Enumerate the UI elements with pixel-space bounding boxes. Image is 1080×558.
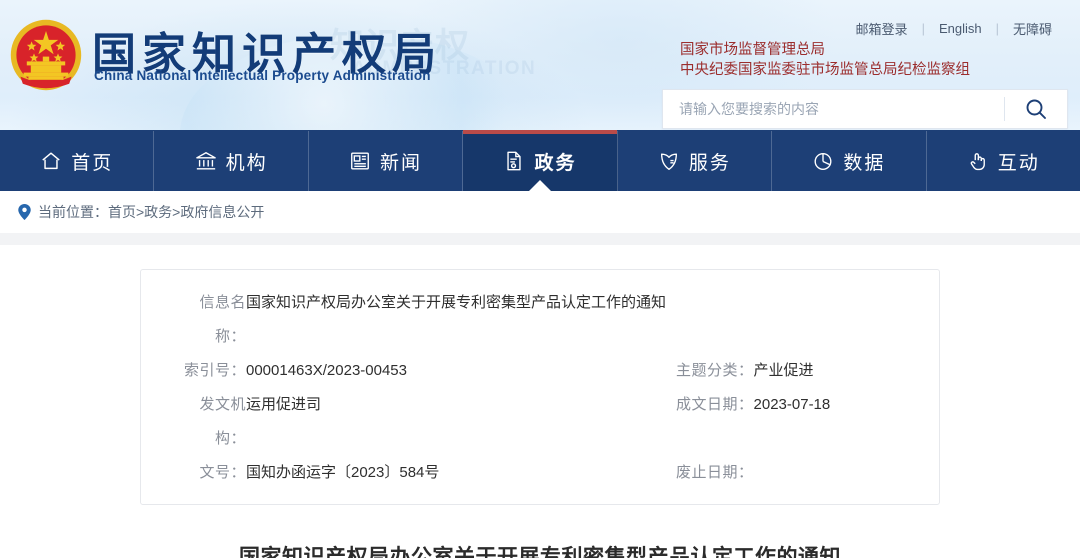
- header-top-links: 邮箱登录 | English | 无障碍: [842, 19, 1066, 38]
- metadata-cell-category: 主题分类： 产业促进: [601, 354, 901, 388]
- metadata-cell-docnum: 文号： 国知办函运字〔2023〕584号: [171, 456, 601, 490]
- nav-item-home[interactable]: 首页: [0, 131, 155, 191]
- site-header: 知识产权 ADMINISTRATION 国家知识产权局 China Nation…: [0, 0, 1080, 130]
- main-content: 信息名称： 国家知识产权局办公室关于开展专利密集型产品认定工作的通知 索引号： …: [0, 245, 1080, 558]
- metadata-label-index: 索引号：: [183, 362, 246, 379]
- shield-heart-icon: [660, 153, 677, 170]
- link-email-login[interactable]: 邮箱登录: [842, 19, 922, 38]
- document-icon: [507, 151, 522, 171]
- metadata-row-docnum: 文号： 国知办函运字〔2023〕584号 废止日期：: [171, 456, 909, 490]
- metadata-value-name: 国家知识产权局办公室关于开展专利密集型产品认定工作的通知: [246, 294, 667, 311]
- metadata-cell-issuer: 发文机构： 运用促进司: [171, 388, 601, 456]
- nav-label-home: 首页: [71, 152, 114, 174]
- metadata-cell-name: 信息名称： 国家知识产权局办公室关于开展专利密集型产品认定工作的通知: [171, 286, 909, 354]
- search-button[interactable]: [1005, 90, 1067, 128]
- nav-label-news: 新闻: [380, 152, 423, 174]
- nav-label-data: 数据: [843, 152, 886, 174]
- metadata-row-index: 索引号： 00001463X/2023-00453 主题分类： 产业促进: [171, 354, 909, 388]
- search-icon: [1026, 99, 1046, 119]
- page-title: 国家知识产权局办公室关于开展专利密集型产品认定工作的通知: [239, 545, 841, 558]
- pie-chart-icon: [814, 152, 832, 170]
- metadata-value-date: 2023-07-18: [753, 396, 831, 413]
- metadata-row-name: 信息名称： 国家知识产权局办公室关于开展专利密集型产品认定工作的通知: [171, 286, 909, 354]
- metadata-label-name: 信息名称：: [199, 294, 246, 345]
- bank-icon: [195, 152, 216, 170]
- nav-label-organization: 机构: [225, 152, 268, 174]
- nav-item-news[interactable]: 新闻: [309, 131, 464, 191]
- agency-links: 国家市场监督管理总局 中央纪委国家监委驻市场监管总局纪检监察组: [680, 40, 970, 80]
- agency-line-2[interactable]: 中央纪委国家监委驻市场监管总局纪检监察组: [680, 60, 970, 80]
- site-logo-en: China National Intellectual Property Adm…: [94, 68, 431, 83]
- nav-item-data[interactable]: 数据: [772, 131, 927, 191]
- national-emblem-icon: [10, 19, 82, 91]
- metadata-value-issuer: 运用促进司: [246, 396, 322, 413]
- metadata-label-docnum: 文号：: [199, 464, 246, 481]
- breadcrumb-divider: [0, 233, 1080, 245]
- metadata-label-date: 成文日期：: [676, 396, 754, 413]
- metadata-label-expiry: 废止日期：: [676, 464, 754, 481]
- nav-item-interaction[interactable]: 互动: [927, 131, 1080, 191]
- breadcrumb-path[interactable]: 首页>政务>政府信息公开: [108, 202, 264, 222]
- nav-label-service: 服务: [688, 152, 731, 174]
- agency-line-1[interactable]: 国家市场监督管理总局: [680, 40, 970, 60]
- hand-click-icon: [970, 153, 985, 171]
- metadata-value-docnum: 国知办函运字〔2023〕584号: [246, 464, 440, 481]
- nav-item-government-affairs[interactable]: 政务: [463, 130, 618, 191]
- nav-label-government-affairs: 政务: [534, 152, 577, 174]
- nav-label-interaction: 互动: [997, 152, 1040, 174]
- metadata-cell-date: 成文日期： 2023-07-18: [601, 388, 901, 456]
- breadcrumb: 当前位置： 首页>政务>政府信息公开: [0, 191, 1080, 233]
- metadata-value-category: 产业促进: [753, 362, 814, 379]
- document-metadata-box: 信息名称： 国家知识产权局办公室关于开展专利密集型产品认定工作的通知 索引号： …: [140, 269, 940, 505]
- search-input[interactable]: [663, 90, 1004, 128]
- main-navigation: 首页 机构 新闻 政务 服务 数据 互动: [0, 130, 1080, 191]
- link-english[interactable]: English: [925, 21, 996, 36]
- metadata-cell-expiry: 废止日期：: [601, 456, 901, 490]
- location-pin-icon: [18, 204, 31, 220]
- nav-item-service[interactable]: 服务: [618, 131, 773, 191]
- newspaper-icon: [351, 152, 369, 170]
- nav-item-organization[interactable]: 机构: [154, 131, 309, 191]
- metadata-value-index: 00001463X/2023-00453: [246, 362, 407, 379]
- link-accessibility[interactable]: 无障碍: [999, 19, 1066, 38]
- metadata-cell-index: 索引号： 00001463X/2023-00453: [171, 354, 601, 388]
- search-box: [662, 89, 1068, 129]
- metadata-row-issuer: 发文机构： 运用促进司 成文日期： 2023-07-18: [171, 388, 909, 456]
- breadcrumb-prefix: 当前位置：: [38, 204, 108, 220]
- metadata-label-issuer: 发文机构：: [199, 396, 246, 447]
- metadata-label-category: 主题分类：: [676, 362, 754, 379]
- home-icon: [42, 152, 60, 170]
- page-root: 知识产权 ADMINISTRATION 国家知识产权局 China Nation…: [0, 0, 1080, 558]
